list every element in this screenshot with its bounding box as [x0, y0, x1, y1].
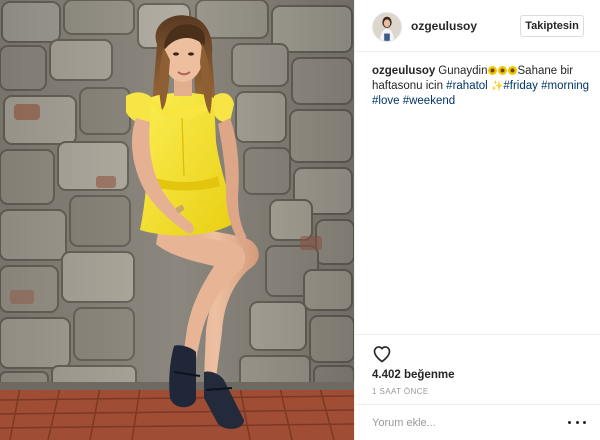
caption: ozgeulusoy Gunaydin Sahane bir haftasonu i…	[372, 64, 590, 109]
sunflower-icon	[508, 66, 517, 75]
header-username[interactable]: ozgeulusoy	[411, 19, 477, 33]
comment-bar	[355, 404, 600, 440]
post-header: ozgeulusoy Takiptesin	[355, 0, 600, 52]
hashtag-weekend[interactable]: #weekend	[403, 95, 455, 107]
comment-input[interactable]	[372, 413, 552, 433]
caption-text-1: Gunaydin	[438, 65, 488, 77]
post-photo-image	[0, 0, 354, 440]
sparkle-icon: ✨	[490, 81, 504, 92]
post-photo[interactable]	[0, 0, 354, 440]
post-timestamp: 1 SAAT ÖNCE	[372, 387, 429, 396]
follow-button[interactable]: Takiptesin	[520, 15, 584, 37]
caption-username[interactable]: ozgeulusoy	[372, 65, 435, 77]
hashtag-rahatol[interactable]: #rahatol	[446, 80, 488, 92]
more-dot	[583, 420, 586, 424]
likes-count[interactable]: 4.402 beğenme	[372, 369, 454, 381]
more-dot	[575, 420, 579, 424]
hashtag-friday[interactable]: #friday	[503, 80, 538, 92]
hashtag-morning[interactable]: #morning	[541, 80, 589, 92]
more-dot	[568, 420, 571, 424]
more-options-icon[interactable]	[568, 414, 586, 430]
post-details-panel: ozgeulusoy Takiptesin ozgeulusoy Gunaydin…	[354, 0, 600, 440]
avatar-photo-icon	[373, 13, 401, 41]
avatar[interactable]	[372, 12, 402, 42]
sunflower-icon	[488, 66, 497, 75]
hashtag-love[interactable]: #love	[372, 95, 400, 107]
sunflower-icon	[498, 66, 507, 75]
post-actions: 4.402 beğenme 1 SAAT ÖNCE	[355, 334, 600, 404]
heart-icon[interactable]	[372, 344, 392, 364]
instagram-post: ozgeulusoy Takiptesin ozgeulusoy Gunaydin…	[0, 0, 600, 440]
